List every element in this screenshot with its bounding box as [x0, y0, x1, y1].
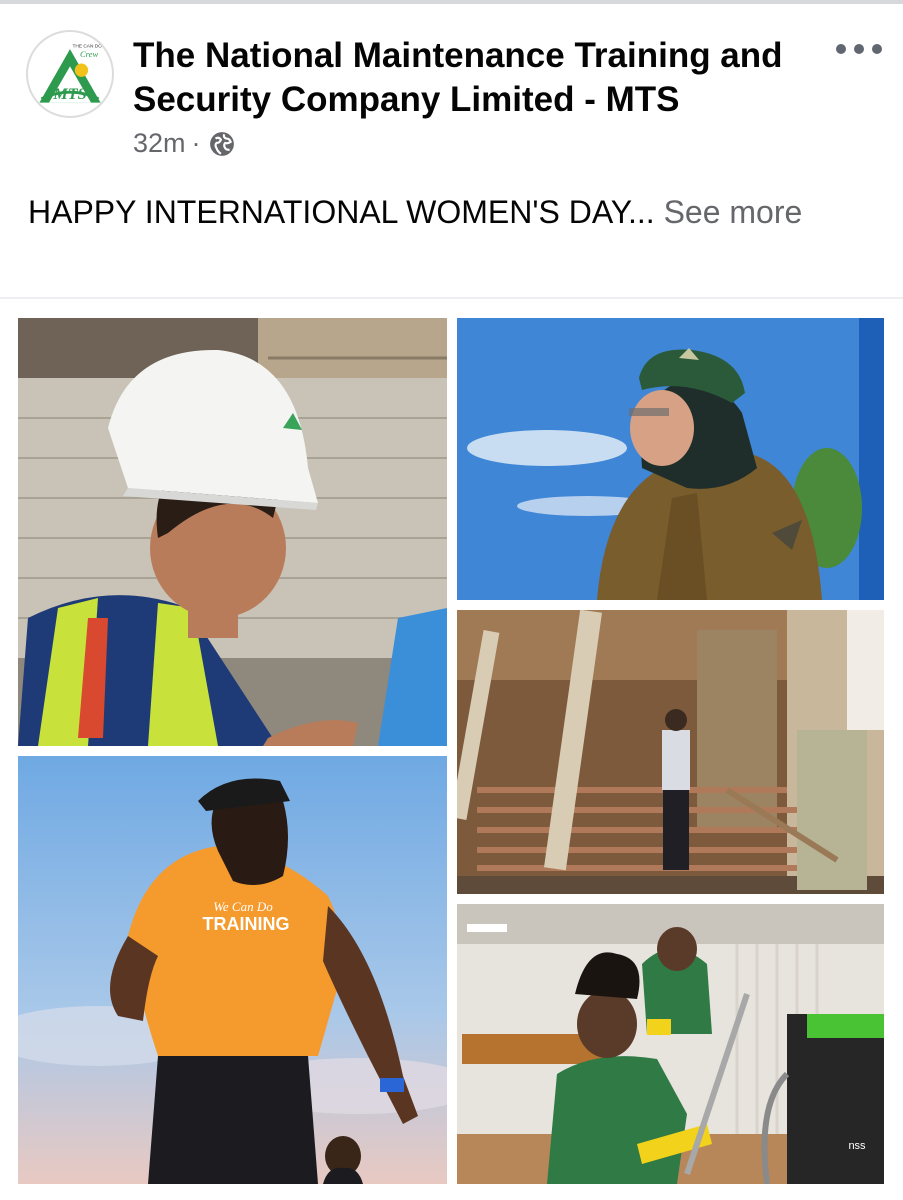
caption-text: HAPPY INTERNATIONAL WOMEN'S DAY...	[28, 194, 655, 230]
content-divider	[0, 297, 903, 299]
page-name[interactable]: The National Maintenance Training and Se…	[133, 34, 813, 122]
more-options-icon[interactable]	[836, 38, 882, 60]
see-more-link[interactable]: See more	[655, 194, 803, 230]
machine-label: nss	[848, 1140, 866, 1152]
photo-cleaning-crew[interactable]: nss	[457, 904, 884, 1184]
photo-security-officer[interactable]	[457, 318, 884, 600]
meta-separator: ·	[191, 128, 201, 158]
logo-script-text: Crew	[80, 49, 99, 59]
shirt-slogan: We Can Do	[213, 899, 273, 914]
post-header: MTS THE CAN DO Crew The National Mainten…	[0, 4, 903, 180]
photo-construction-worker[interactable]	[18, 318, 447, 746]
globe-icon[interactable]	[209, 131, 235, 157]
photo-building-staircase[interactable]	[457, 610, 884, 894]
post-meta: 32m ·	[133, 128, 235, 159]
logo-mark-text: MTS	[52, 85, 86, 103]
mts-logo: MTS THE CAN DO Crew	[29, 33, 111, 115]
post-time[interactable]: 32m	[133, 128, 186, 159]
page-avatar[interactable]: MTS THE CAN DO Crew	[26, 30, 114, 118]
photo-runner-orange-shirt[interactable]: We Can Do TRAINING	[18, 756, 447, 1184]
post-caption: HAPPY INTERNATIONAL WOMEN'S DAY... See m…	[28, 188, 878, 236]
shirt-training-text: TRAINING	[203, 914, 290, 934]
